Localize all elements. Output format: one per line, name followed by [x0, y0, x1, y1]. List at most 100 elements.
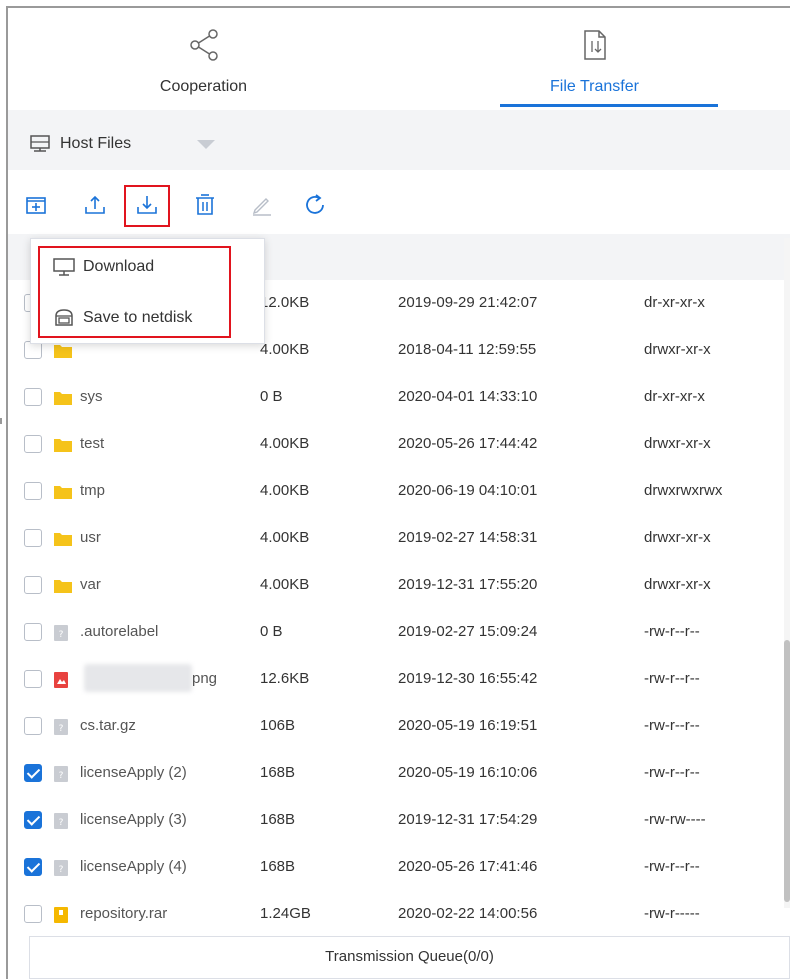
- redacted-filename: [84, 664, 192, 692]
- row-checkbox[interactable]: [24, 529, 42, 547]
- modified-date: 2020-04-01 14:33:10: [398, 388, 538, 405]
- row-checkbox[interactable]: [24, 623, 42, 641]
- new-folder-icon[interactable]: [24, 193, 48, 217]
- file-size: 4.00KB: [260, 435, 310, 452]
- row-checkbox[interactable]: [24, 576, 42, 594]
- modified-date: 2019-12-30 16:55:42: [398, 670, 538, 687]
- svg-text:?: ?: [59, 724, 64, 734]
- file-name[interactable]: png: [192, 670, 217, 687]
- chevron-down-icon[interactable]: [197, 140, 215, 149]
- menu-highlight: [38, 246, 231, 338]
- delete-icon[interactable]: [193, 193, 217, 217]
- row-checkbox[interactable]: [24, 764, 42, 782]
- row-checkbox[interactable]: [24, 811, 42, 829]
- image-file-icon: [54, 672, 68, 692]
- file-icon: ?: [54, 719, 68, 739]
- file-name[interactable]: test: [80, 435, 104, 452]
- file-size: 168B: [260, 811, 296, 828]
- scrollbar-thumb[interactable]: [784, 640, 790, 902]
- modified-date: 2019-09-29 21:42:07: [398, 294, 538, 311]
- folder-icon: [54, 437, 72, 457]
- folder-icon: [54, 390, 72, 410]
- host-files-selector[interactable]: Host Files: [8, 110, 790, 170]
- modified-date: 2020-05-26 17:44:42: [398, 435, 538, 452]
- tab-cooperation[interactable]: Cooperation: [8, 8, 399, 108]
- permissions: drwxr-xr-x: [644, 529, 711, 546]
- file-size: 168B: [260, 858, 296, 875]
- row-checkbox[interactable]: [24, 670, 42, 688]
- row-checkbox[interactable]: [24, 388, 42, 406]
- file-icon: ?: [54, 625, 68, 645]
- host-icon: [30, 135, 50, 157]
- file-size: 4.00KB: [260, 576, 310, 593]
- row-checkbox[interactable]: [24, 858, 42, 876]
- table-row[interactable]: ? licenseApply (3) 168B 2019-12-31 17:54:29…: [8, 811, 790, 858]
- table-row[interactable]: sys 0 B 2020-04-01 14:33:10 dr-xr-xr-x: [8, 388, 790, 435]
- download-button-highlight: [124, 185, 170, 227]
- modified-date: 2020-05-19 16:19:51: [398, 717, 538, 734]
- modified-date: 2020-05-19 16:10:06: [398, 764, 538, 781]
- permissions: -rw-r--r--: [644, 858, 700, 875]
- folder-icon: [54, 531, 72, 551]
- row-checkbox[interactable]: [24, 905, 42, 923]
- file-transfer-icon: [580, 28, 610, 62]
- file-size: 12.6KB: [260, 670, 310, 687]
- permissions: drwxr-xr-x: [644, 341, 711, 358]
- permissions: -rw-r-----: [644, 905, 700, 922]
- file-size: 106B: [260, 717, 296, 734]
- modified-date: 2019-02-27 14:58:31: [398, 529, 538, 546]
- file-name[interactable]: .autorelabel: [80, 623, 158, 640]
- file-icon: ?: [54, 860, 68, 880]
- row-checkbox[interactable]: [24, 482, 42, 500]
- file-name[interactable]: var: [80, 576, 101, 593]
- row-checkbox[interactable]: [24, 435, 42, 453]
- table-row[interactable]: ? .autorelabel 0 B 2019-02-27 15:09:24 -rw-r…: [8, 623, 790, 670]
- table-row[interactable]: ? licenseApply (2) 168B 2020-05-19 16:10:06…: [8, 764, 790, 811]
- file-name[interactable]: licenseApply (4): [80, 858, 187, 875]
- file-name[interactable]: repository.rar: [80, 905, 167, 922]
- permissions: -rw-r--r--: [644, 670, 700, 687]
- rename-icon[interactable]: [250, 193, 274, 217]
- refresh-icon[interactable]: [303, 193, 327, 217]
- file-name[interactable]: licenseApply (3): [80, 811, 187, 828]
- permissions: -rw-r--r--: [644, 764, 700, 781]
- table-row[interactable]: test 4.00KB 2020-05-26 17:44:42 drwxr-xr-x: [8, 435, 790, 482]
- modified-date: 2019-12-31 17:55:20: [398, 576, 538, 593]
- row-checkbox[interactable]: [24, 717, 42, 735]
- permissions: drwxrwxrwx: [644, 482, 723, 499]
- file-name[interactable]: cs.tar.gz: [80, 717, 136, 734]
- permissions: dr-xr-xr-x: [644, 388, 705, 405]
- table-row[interactable]: ? licenseApply (4) 168B 2020-05-26 17:41:46…: [8, 858, 790, 905]
- permissions: dr-xr-xr-x: [644, 294, 705, 311]
- svg-text:?: ?: [59, 771, 64, 781]
- upload-icon[interactable]: [83, 193, 107, 217]
- svg-text:?: ?: [59, 630, 64, 640]
- share-icon: [189, 28, 219, 62]
- file-name[interactable]: sys: [80, 388, 103, 405]
- table-row[interactable]: usr 4.00KB 2019-02-27 14:58:31 drwxr-xr-x: [8, 529, 790, 576]
- file-name[interactable]: licenseApply (2): [80, 764, 187, 781]
- svg-text:?: ?: [59, 865, 64, 875]
- modified-date: 2020-02-22 14:00:56: [398, 905, 538, 922]
- table-row[interactable]: tmp 4.00KB 2020-06-19 04:10:01 drwxrwxrwx: [8, 482, 790, 529]
- folder-icon: [54, 343, 72, 363]
- tab-cooperation-label: Cooperation: [159, 78, 248, 95]
- file-name[interactable]: usr: [80, 529, 101, 546]
- table-row[interactable]: 4.00KB 2018-04-11 12:59:55 drwxr-xr-x: [8, 341, 790, 388]
- folder-icon: [54, 578, 72, 598]
- transmission-queue-button[interactable]: Transmission Queue(0/0): [29, 936, 790, 979]
- modified-date: 2020-06-19 04:10:01: [398, 482, 538, 499]
- permissions: drwxr-xr-x: [644, 435, 711, 452]
- tab-file-transfer[interactable]: File Transfer: [399, 8, 790, 108]
- table-row[interactable]: ? cs.tar.gz 106B 2020-05-19 16:19:51 -rw-r--…: [8, 717, 790, 764]
- table-row[interactable]: png 12.6KB 2019-12-30 16:55:42 -rw-r--r--: [8, 664, 790, 717]
- file-size: 168B: [260, 764, 296, 781]
- folder-icon: [54, 484, 72, 504]
- file-size: 12.0KB: [260, 294, 310, 311]
- file-size: 4.00KB: [260, 482, 310, 499]
- file-name[interactable]: tmp: [80, 482, 105, 499]
- permissions: -rw-rw----: [644, 811, 706, 828]
- file-size: 0 B: [260, 388, 283, 405]
- file-size: 4.00KB: [260, 529, 310, 546]
- table-row[interactable]: var 4.00KB 2019-12-31 17:55:20 drwxr-xr-x: [8, 576, 790, 623]
